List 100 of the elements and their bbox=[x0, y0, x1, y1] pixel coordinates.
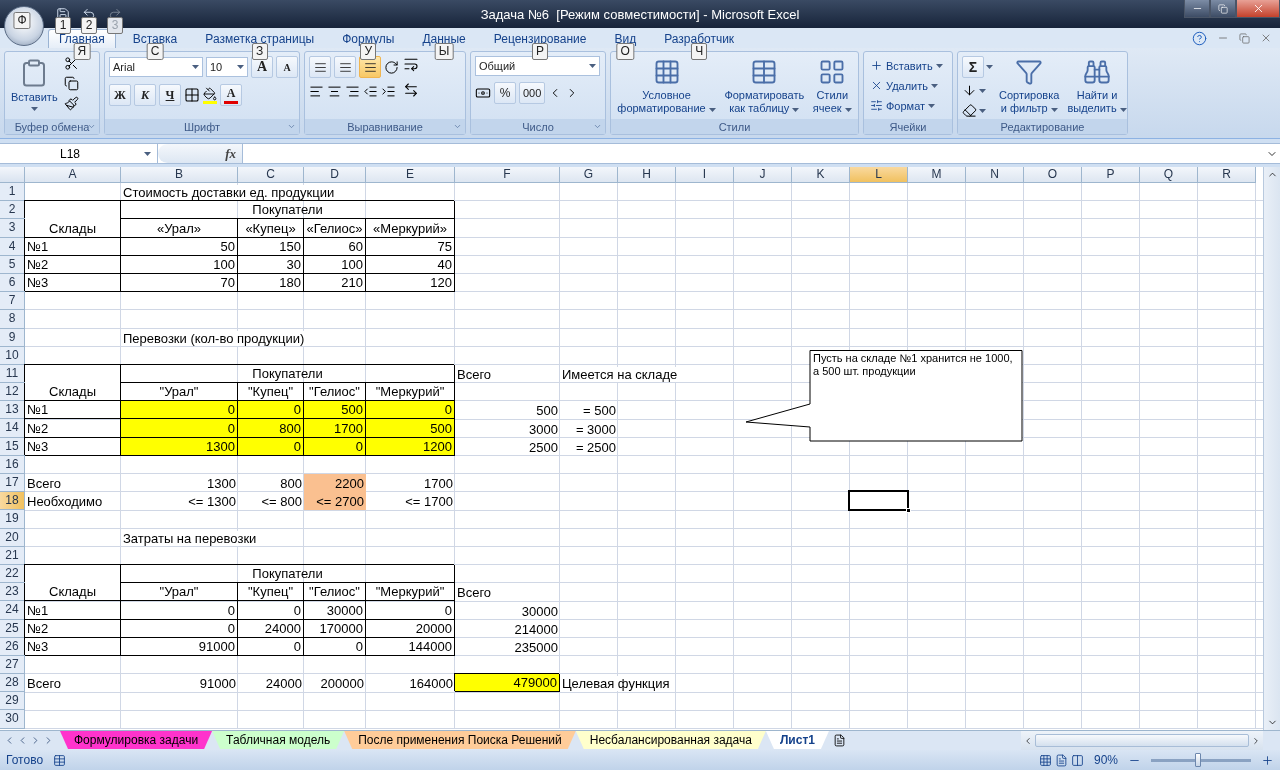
table-cell: "Купец" bbox=[238, 583, 304, 602]
vertical-scrollbar[interactable] bbox=[1263, 167, 1280, 730]
zoom-in-icon[interactable] bbox=[1261, 753, 1274, 767]
column-header[interactable]: O bbox=[1024, 167, 1082, 183]
font-color-bar bbox=[224, 101, 238, 104]
minimize-button[interactable] bbox=[1184, 0, 1210, 18]
font-name-dropdown[interactable]: Arial bbox=[109, 57, 203, 77]
cells-button[interactable]: Удалить bbox=[868, 76, 945, 95]
fill-bucket-icon[interactable] bbox=[203, 86, 217, 101]
column-header[interactable]: G bbox=[560, 167, 618, 183]
column-header[interactable]: M bbox=[908, 167, 966, 183]
row-header[interactable]: 8 bbox=[0, 310, 25, 329]
italic-button[interactable]: К bbox=[134, 84, 156, 106]
row-header[interactable]: 23 bbox=[0, 583, 25, 602]
column-header[interactable]: L bbox=[850, 167, 908, 183]
sheet-tab[interactable]: Несбалансированная задача bbox=[575, 731, 766, 749]
cells-button[interactable]: Вставить bbox=[868, 56, 945, 75]
close-button[interactable] bbox=[1236, 0, 1280, 18]
row-header[interactable]: 28 bbox=[0, 674, 25, 693]
autosum-button[interactable]: Σ bbox=[962, 56, 984, 78]
page-layout-icon[interactable] bbox=[1054, 753, 1068, 767]
editing-button[interactable]: Сортировка и фильтр bbox=[997, 56, 1062, 117]
sheet-tab[interactable]: Лист1 bbox=[765, 731, 829, 749]
fill-down-icon[interactable] bbox=[962, 83, 977, 98]
zoom-level[interactable]: 90% bbox=[1093, 753, 1118, 767]
horizontal-scrollbar[interactable] bbox=[1021, 731, 1263, 750]
table-cell: 30 bbox=[238, 255, 304, 274]
column-header[interactable]: B bbox=[121, 167, 238, 183]
column-header[interactable]: J bbox=[734, 167, 792, 183]
column-header[interactable]: H bbox=[618, 167, 676, 183]
row-header[interactable]: 17 bbox=[0, 474, 25, 493]
align-center-icon[interactable] bbox=[327, 84, 342, 99]
row-header[interactable]: 24 bbox=[0, 601, 25, 620]
column-header[interactable]: K bbox=[792, 167, 850, 183]
page-break-icon[interactable] bbox=[1070, 753, 1084, 767]
indent-decrease-icon[interactable] bbox=[363, 84, 378, 99]
row-header[interactable]: 1 bbox=[0, 183, 25, 202]
column-header[interactable]: I bbox=[676, 167, 734, 183]
new-sheet-icon[interactable] bbox=[832, 734, 846, 747]
vertical-align-button[interactable] bbox=[334, 56, 356, 78]
font-color-button[interactable]: A bbox=[220, 84, 242, 106]
indent-increase-icon[interactable] bbox=[381, 84, 396, 99]
wrap-text-icon[interactable] bbox=[403, 56, 419, 72]
zoom-slider-thumb[interactable] bbox=[1195, 752, 1201, 767]
row-header[interactable]: 12 bbox=[0, 383, 25, 402]
table-cell: 20000 bbox=[366, 619, 455, 638]
name-box[interactable]: L18 bbox=[0, 144, 158, 163]
bold-button[interactable]: Ж bbox=[109, 84, 131, 106]
column-header[interactable]: A bbox=[25, 167, 121, 183]
row-header[interactable]: 7 bbox=[0, 292, 25, 311]
currency-icon[interactable] bbox=[475, 85, 491, 101]
row-header[interactable]: 29 bbox=[0, 692, 25, 711]
row-header[interactable]: 18 bbox=[0, 492, 25, 511]
orientation-icon[interactable] bbox=[384, 59, 399, 75]
scroll-left-icon[interactable] bbox=[1023, 735, 1033, 746]
column-header[interactable]: R bbox=[1198, 167, 1256, 183]
underline-button[interactable]: Ч bbox=[159, 84, 181, 106]
paste-button[interactable]: Вставить bbox=[9, 56, 60, 113]
row-header[interactable]: 14 bbox=[0, 419, 25, 438]
row-header[interactable]: 3 bbox=[0, 219, 25, 238]
align-right-icon[interactable] bbox=[345, 84, 360, 99]
restore-button[interactable] bbox=[1210, 0, 1236, 18]
scroll-right-icon[interactable] bbox=[1251, 735, 1261, 746]
sheet-tab[interactable]: Табличная модель bbox=[212, 731, 345, 749]
column-header[interactable]: P bbox=[1082, 167, 1140, 183]
sheet-tab[interactable]: После применения Поиска Решений bbox=[344, 731, 576, 749]
column-header[interactable]: N bbox=[966, 167, 1024, 183]
column-header[interactable]: F bbox=[455, 167, 560, 183]
row-header[interactable]: 30 bbox=[0, 710, 25, 729]
column-header[interactable]: C bbox=[238, 167, 304, 183]
thousands-button[interactable]: 000 bbox=[519, 82, 546, 104]
shrink-font-button[interactable]: A bbox=[276, 56, 298, 78]
font-size-dropdown[interactable]: 10 bbox=[206, 57, 248, 77]
vertical-align-button[interactable] bbox=[309, 56, 331, 78]
styles-button[interactable]: Стили ячеек bbox=[810, 56, 854, 117]
insert-function-button[interactable]: fx bbox=[225, 145, 236, 162]
close-icon[interactable] bbox=[1260, 32, 1272, 44]
border-icon[interactable] bbox=[184, 87, 200, 103]
caret-icon bbox=[979, 108, 986, 113]
percent-button[interactable]: % bbox=[494, 82, 516, 104]
normal-view-icon[interactable] bbox=[1038, 753, 1052, 767]
merge-icon[interactable] bbox=[403, 82, 419, 98]
cells-button[interactable]: Формат bbox=[868, 96, 945, 115]
row-header[interactable]: 2 bbox=[0, 201, 25, 220]
column-header[interactable]: Q bbox=[1140, 167, 1198, 183]
align-left-icon[interactable] bbox=[309, 84, 324, 99]
restore-icon[interactable] bbox=[1218, 3, 1228, 14]
row-header[interactable]: 19 bbox=[0, 510, 25, 529]
editing-button[interactable]: Найти и выделить bbox=[1065, 56, 1129, 117]
eraser-icon[interactable] bbox=[962, 103, 977, 118]
sheet-tab[interactable]: Формулировка задачи bbox=[60, 731, 213, 749]
copy-icon[interactable] bbox=[63, 76, 79, 91]
styles-button[interactable]: Форматировать как таблицу bbox=[722, 56, 807, 117]
help-icon[interactable] bbox=[1192, 30, 1207, 46]
cut-icon[interactable] bbox=[63, 56, 79, 71]
format-painter-icon[interactable] bbox=[63, 96, 79, 111]
column-header[interactable]: D bbox=[304, 167, 366, 183]
column-header[interactable]: E bbox=[366, 167, 455, 183]
number-format-dropdown[interactable]: Общий bbox=[475, 56, 600, 76]
row-header[interactable]: 13 bbox=[0, 401, 25, 420]
